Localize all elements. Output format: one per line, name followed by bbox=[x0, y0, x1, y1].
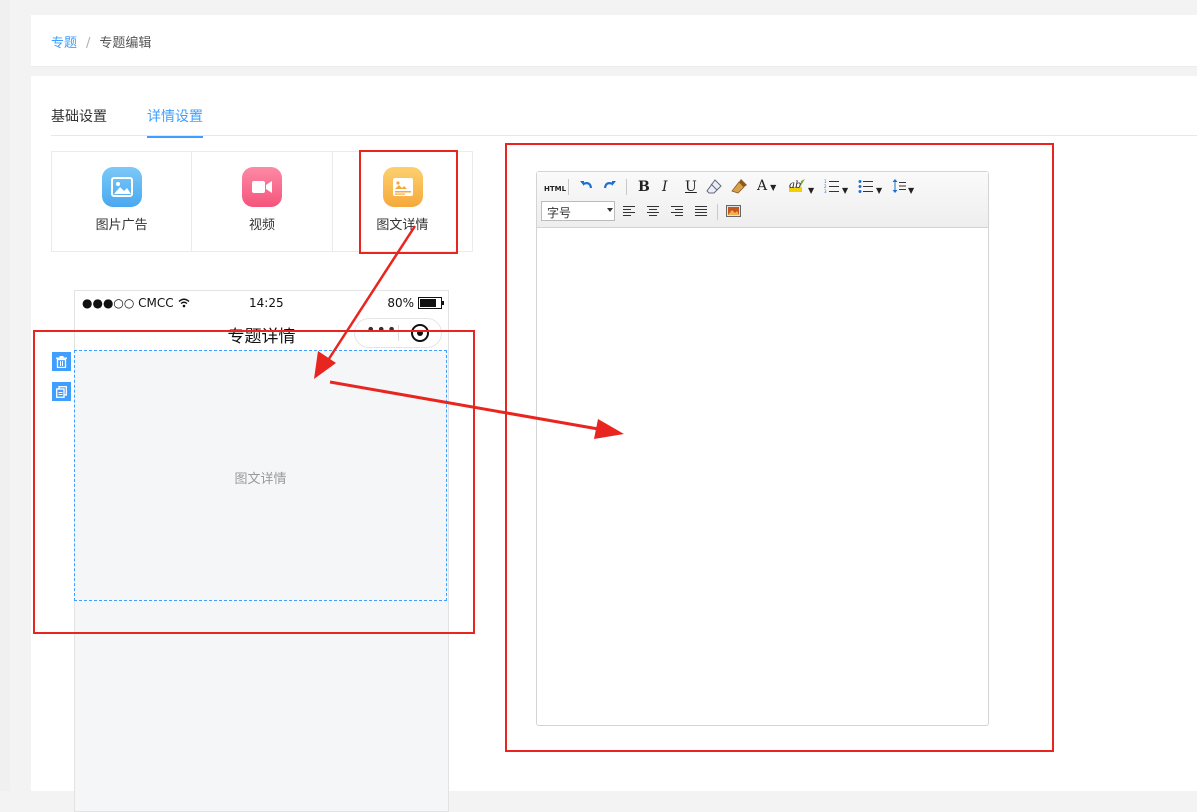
annotation-arrows bbox=[314, 225, 624, 439]
arrow-canvas-to-editor bbox=[329, 380, 624, 439]
arrow-palette-to-canvas bbox=[314, 225, 417, 379]
